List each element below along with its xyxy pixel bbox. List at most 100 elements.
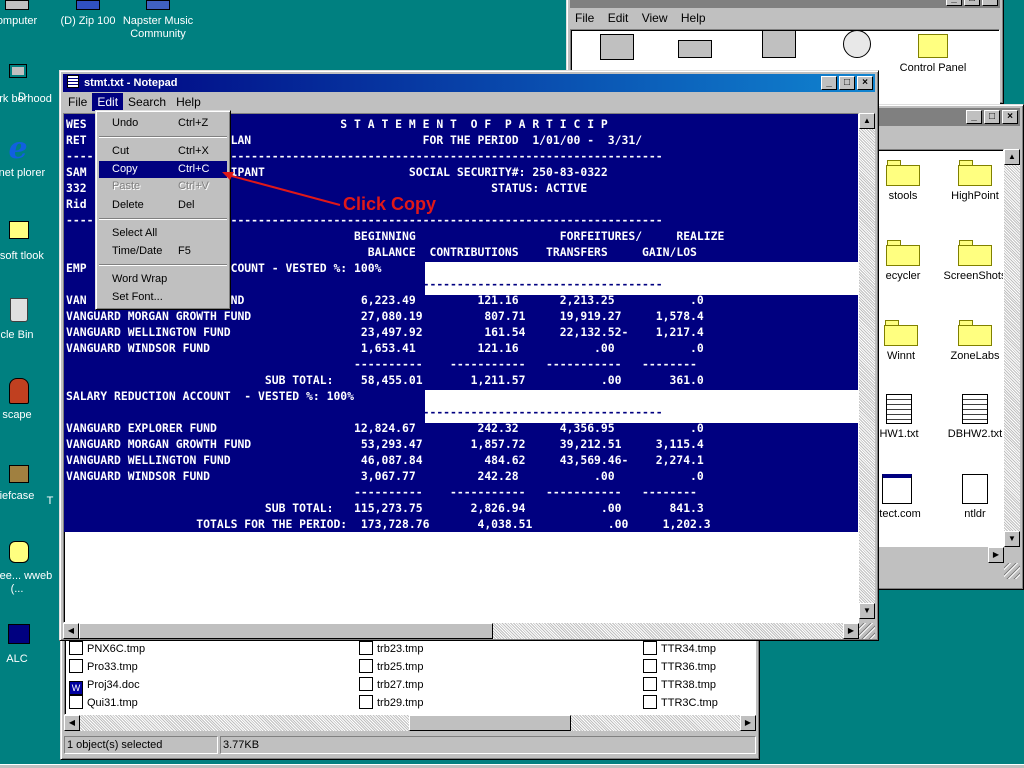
close-button[interactable]: × bbox=[982, 0, 998, 6]
file-item[interactable]: trb25.tmp bbox=[359, 658, 423, 676]
file-item[interactable]: trb29.tmp bbox=[359, 694, 423, 712]
status-objects-selected: 1 object(s) selected bbox=[64, 736, 218, 754]
scroll-up-button[interactable]: ▲ bbox=[859, 113, 875, 129]
desktop-icon-internet-explorer[interactable]: e ernet plorer bbox=[0, 134, 54, 180]
file-item[interactable]: trb27.tmp bbox=[359, 676, 423, 694]
file-label: etect.com bbox=[873, 508, 921, 520]
scroll-up-button[interactable]: ▲ bbox=[1004, 149, 1020, 165]
desktop-icon-recycle-bin[interactable]: cle Bin bbox=[0, 298, 54, 342]
close-button[interactable]: × bbox=[857, 76, 873, 90]
text-file-icon bbox=[962, 394, 988, 424]
menu-file[interactable]: File bbox=[63, 93, 92, 111]
statement-line: Rid bbox=[66, 197, 87, 211]
statement-line: ---------- ----------- ----------- -----… bbox=[66, 485, 697, 499]
title-bar[interactable]: _ □ × bbox=[864, 108, 1020, 126]
desktop-icon-netscape[interactable]: scape bbox=[0, 378, 54, 422]
menu-item-time-date[interactable]: Time/Date F5 bbox=[99, 243, 227, 260]
folder-item[interactable]: HighPoint bbox=[935, 160, 1003, 202]
scroll-left-button[interactable]: ◀ bbox=[63, 623, 79, 639]
file-label: HW1.txt bbox=[879, 428, 919, 440]
statement-line: VANGUARD MORGAN GROWTH FUND 27,080.19 80… bbox=[66, 309, 704, 323]
file-item[interactable]: W Proj34.doc bbox=[69, 676, 140, 695]
control-panel[interactable]: Control Panel bbox=[893, 34, 973, 74]
menu-item-set-font[interactable]: Set Font... bbox=[99, 289, 227, 306]
menu-item-shortcut: F5 bbox=[178, 245, 191, 257]
menu-item-shortcut: Ctrl+Z bbox=[178, 117, 209, 129]
scroll-down-button[interactable]: ▼ bbox=[859, 603, 875, 619]
scroll-down-button[interactable]: ▼ bbox=[1004, 531, 1020, 547]
scrollbar-thumb[interactable] bbox=[409, 715, 571, 731]
drive-cd[interactable] bbox=[817, 30, 897, 58]
desktop-icon-my-computer[interactable]: omputer bbox=[0, 0, 54, 28]
menu-item-select-all[interactable]: Select All bbox=[99, 225, 227, 242]
file-item[interactable]: PNX6C.tmp bbox=[69, 640, 145, 658]
close-button[interactable]: × bbox=[1002, 110, 1018, 124]
folder-icon bbox=[886, 160, 920, 186]
maximize-button[interactable]: □ bbox=[984, 110, 1000, 124]
file-icon bbox=[359, 659, 373, 673]
desktop-icon-outlook[interactable]: rosoft tlook bbox=[0, 219, 54, 263]
menu-view[interactable]: View bbox=[637, 9, 673, 27]
menu-search[interactable]: Search bbox=[123, 93, 171, 111]
menu-edit[interactable]: Edit bbox=[603, 9, 634, 27]
file-label: trb29.tmp bbox=[377, 697, 424, 709]
file-label: DBHW2.txt bbox=[947, 428, 1003, 440]
file-icon bbox=[643, 677, 657, 691]
menu-item-cut[interactable]: Cut Ctrl+X bbox=[99, 143, 227, 160]
menu-item-label: Copy bbox=[112, 163, 138, 175]
menu-help[interactable]: Help bbox=[676, 9, 711, 27]
scroll-right-button[interactable]: ▶ bbox=[988, 547, 1004, 563]
file-item[interactable]: Pro33.tmp bbox=[69, 658, 138, 676]
desktop-icon-t[interactable]: T bbox=[40, 495, 60, 508]
briefcase-icon bbox=[1, 459, 33, 487]
drive-a[interactable] bbox=[577, 34, 657, 60]
menu-edit[interactable]: Edit bbox=[92, 93, 124, 111]
desktop-icon-calc[interactable]: ALC bbox=[0, 622, 54, 666]
vertical-scrollbar-track[interactable] bbox=[1004, 165, 1020, 531]
desktop-icon-freewweb[interactable]: @free... wweb (... bbox=[0, 539, 54, 596]
folder-item[interactable]: ScreenShots bbox=[935, 240, 1003, 282]
folder-item[interactable]: ZoneLabs bbox=[935, 320, 1003, 362]
file-item[interactable]: TTR3C.tmp bbox=[643, 694, 718, 712]
file-label: PNX6C.tmp bbox=[87, 643, 146, 655]
file-label: ntldr bbox=[964, 508, 986, 520]
file-item[interactable]: TTR36.tmp bbox=[643, 658, 716, 676]
drive-zip[interactable] bbox=[739, 30, 819, 58]
minimize-button[interactable]: _ bbox=[966, 110, 982, 124]
size-grip[interactable] bbox=[1004, 563, 1020, 579]
scroll-left-button[interactable]: ◀ bbox=[64, 715, 80, 731]
menu-file[interactable]: File bbox=[570, 9, 599, 27]
folder-window-right: _ □ × stools HighPoint ecycler ScreenSho… bbox=[860, 104, 1024, 590]
desktop-icon-label: scape bbox=[2, 409, 32, 421]
scroll-right-button[interactable]: ▶ bbox=[740, 715, 756, 731]
title-bar[interactable]: stmt.txt - Notepad _ □ × bbox=[63, 74, 875, 92]
maximize-button[interactable]: □ bbox=[964, 0, 980, 6]
menu-help[interactable]: Help bbox=[171, 93, 206, 111]
folder-icon bbox=[958, 320, 992, 346]
file-item[interactable]: ntldr bbox=[935, 474, 1003, 520]
file-icon bbox=[359, 641, 373, 655]
size-grip[interactable] bbox=[859, 623, 875, 639]
file-item[interactable]: trb23.tmp bbox=[359, 640, 423, 658]
menu-item-undo[interactable]: Undo Ctrl+Z bbox=[99, 115, 227, 132]
folder-label: ecycler bbox=[885, 270, 921, 282]
desktop-icon-napster[interactable]: Napster Music Community bbox=[121, 0, 195, 41]
file-item[interactable]: TTR38.tmp bbox=[643, 676, 716, 694]
recycle-icon bbox=[886, 240, 920, 266]
scrollbar-thumb[interactable] bbox=[79, 623, 493, 639]
program-icon bbox=[882, 474, 912, 504]
drive-c[interactable] bbox=[655, 40, 735, 58]
minimize-button[interactable]: _ bbox=[821, 76, 837, 90]
minimize-button[interactable]: _ bbox=[946, 0, 962, 6]
file-label: TTR3C.tmp bbox=[661, 697, 718, 709]
file-item[interactable]: DBHW2.txt bbox=[935, 394, 1003, 440]
file-item[interactable]: TTR34.tmp bbox=[643, 640, 716, 658]
vertical-scrollbar-track[interactable] bbox=[859, 129, 875, 603]
desktop-icon-zip-drive[interactable]: (D) Zip 100 bbox=[51, 0, 125, 28]
file-item[interactable]: Qui31.tmp bbox=[69, 694, 138, 712]
menu-item-word-wrap[interactable]: Word Wrap bbox=[99, 271, 227, 288]
desktop-icon-d[interactable]: D bbox=[12, 91, 32, 104]
scroll-right-button[interactable]: ▶ bbox=[843, 623, 859, 639]
title-bar[interactable]: _ □ × bbox=[570, 0, 1000, 8]
maximize-button[interactable]: □ bbox=[839, 76, 855, 90]
